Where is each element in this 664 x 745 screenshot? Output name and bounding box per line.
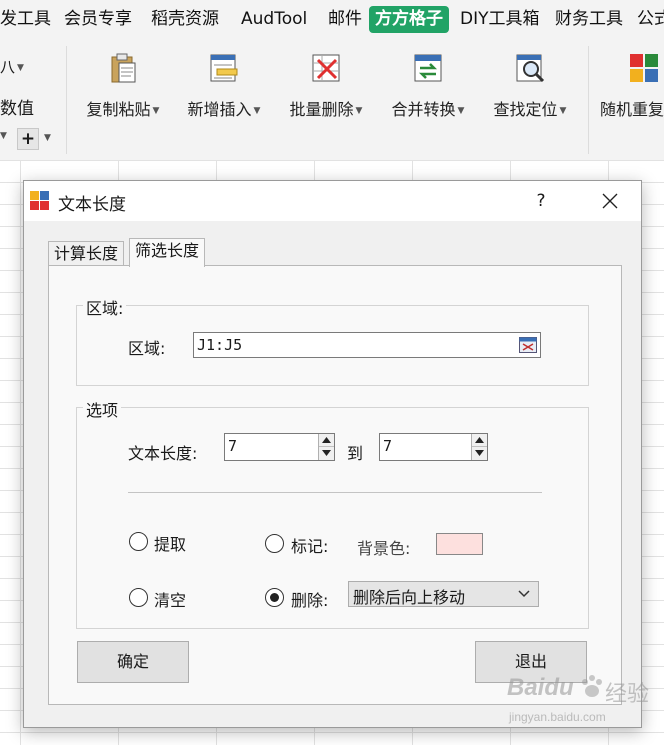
range-select-icon[interactable] [519,337,537,353]
ribbon-left-top-label[interactable]: 八 ▼ [0,56,24,77]
chevron-down-icon[interactable]: ▼ [0,131,7,141]
tab-calculate-length[interactable]: 计算长度 [48,241,125,267]
length-to-spinner[interactable] [471,434,487,460]
length-to-stepper[interactable]: 7 [379,433,488,461]
ribbon-tab-bar: 发工具 会员专享 稻壳资源 AudTool 邮件 方方格子 DIY工具箱 财务工… [0,0,664,38]
spin-down-icon[interactable] [472,446,487,458]
tab-audtool[interactable]: AudTool [241,6,307,33]
tab-finance-tools[interactable]: 财务工具 [555,6,623,33]
random-repeat-label: 随机重复 [600,100,664,119]
search-icon [516,54,545,83]
close-button[interactable] [587,185,633,217]
find-locate-label: 查找定位 [493,100,558,119]
options-divider [128,492,542,493]
region-label: 区域: [128,339,166,358]
insert-row-icon [210,54,238,82]
grid-line [20,160,21,745]
watermark-url: jingyan.baidu.com [509,710,606,724]
paw-icon [582,675,602,697]
clipboard-icon [111,53,136,83]
clear-label[interactable]: 清空 [154,587,186,611]
grid-line [0,160,664,161]
text-length-label: 文本长度: [128,444,198,463]
ok-button[interactable]: 确定 [77,641,189,683]
tab-mail[interactable]: 邮件 [328,6,362,33]
ribbon-separator [588,46,589,154]
insert-button[interactable]: 新增插入 ▼ [178,52,270,122]
delete-sheet-icon [312,54,340,82]
length-from-stepper[interactable]: 7 [224,433,335,461]
merge-icon [414,54,442,82]
text-length-dialog: 文本长度 ? 计算长度 筛选长度 区域: 区域: J1:J5 选项 文本长度: … [23,180,642,728]
bg-color-label: 背景色: [357,539,411,558]
ribbon-separator [66,46,67,154]
merge-convert-label: 合并转换 [391,100,456,119]
spin-up-icon[interactable] [319,434,334,446]
extract-radio[interactable] [129,532,148,551]
delete-radio[interactable] [265,588,284,607]
copy-paste-button[interactable]: 复制粘贴 ▼ [78,52,168,122]
tab-diy-toolbox[interactable]: DIY工具箱 [460,6,540,33]
watermark-suffix: 经验 [605,682,650,707]
length-from-spinner[interactable] [318,434,334,460]
tab-filter-length[interactable]: 筛选长度 [129,238,206,267]
baidu-watermark: Baidu 经验 jingyan.baidu.com [505,672,655,732]
tab-developer-tools[interactable]: 发工具 [0,6,51,33]
insert-label: 新增插入 [187,100,252,119]
region-input[interactable]: J1:J5 [193,332,541,358]
dialog-title: 文本长度 [58,195,126,215]
filter-length-panel: 区域: 区域: J1:J5 选项 文本长度: 7 到 7 提取 标记: 背景色:… [48,265,622,705]
random-repeat-button[interactable]: 随机重复 [600,52,664,122]
chevron-down-icon [518,590,530,598]
spin-up-icon[interactable] [472,434,487,446]
copy-paste-label: 复制粘贴 [86,100,151,119]
random-grid-icon [630,54,658,82]
spin-down-icon[interactable] [319,446,334,458]
bg-color-swatch[interactable] [436,533,483,555]
delete-label[interactable]: 删除: [291,587,328,611]
length-from-value: 7 [228,437,238,455]
batch-delete-button[interactable]: 批量删除 ▼ [280,52,372,122]
close-icon [602,193,618,209]
find-locate-button[interactable]: 查找定位 ▼ [484,52,576,122]
help-button[interactable]: ? [526,185,556,217]
options-group: 选项 文本长度: 7 到 7 提取 标记: 背景色: 清空 删除: 删除后向上移… [76,397,589,629]
ribbon-numeric-label[interactable]: 数值 [0,94,34,119]
region-group-title: 区域: [83,295,127,319]
watermark-brand: Baidu [507,674,574,701]
merge-convert-button[interactable]: 合并转换 ▼ [382,52,474,122]
tab-fangfanggezi[interactable]: 方方格子 [369,6,449,33]
tab-formula[interactable]: 公式 [637,6,664,33]
extract-label[interactable]: 提取 [154,531,186,555]
length-to-value: 7 [383,437,393,455]
dialog-titlebar[interactable]: 文本长度 ? [24,181,641,221]
mark-label[interactable]: 标记: [291,533,328,557]
grid-line [0,732,664,733]
options-group-title: 选项 [83,397,122,421]
mark-radio[interactable] [265,534,284,553]
delete-mode-select[interactable]: 删除后向上移动 [348,581,539,607]
app-logo-icon [30,191,49,210]
tab-docer-resources[interactable]: 稻壳资源 [151,6,219,33]
region-group: 区域: 区域: J1:J5 [76,295,589,386]
tab-member[interactable]: 会员专享 [64,6,132,33]
batch-delete-label: 批量删除 [289,100,354,119]
clear-radio[interactable] [129,588,148,607]
to-label: 到 [347,444,364,463]
add-icon[interactable]: + [17,128,39,150]
region-value: J1:J5 [197,336,243,354]
ribbon-panel: 八 ▼ 数值 ▼ + ▼ 复制粘贴 ▼ 新增插入 ▼ 批量删除 ▼ 合并转换 ▼… [0,38,664,160]
delete-mode-value: 删除后向上移动 [353,588,466,607]
chevron-down-icon[interactable]: ▼ [44,133,51,143]
